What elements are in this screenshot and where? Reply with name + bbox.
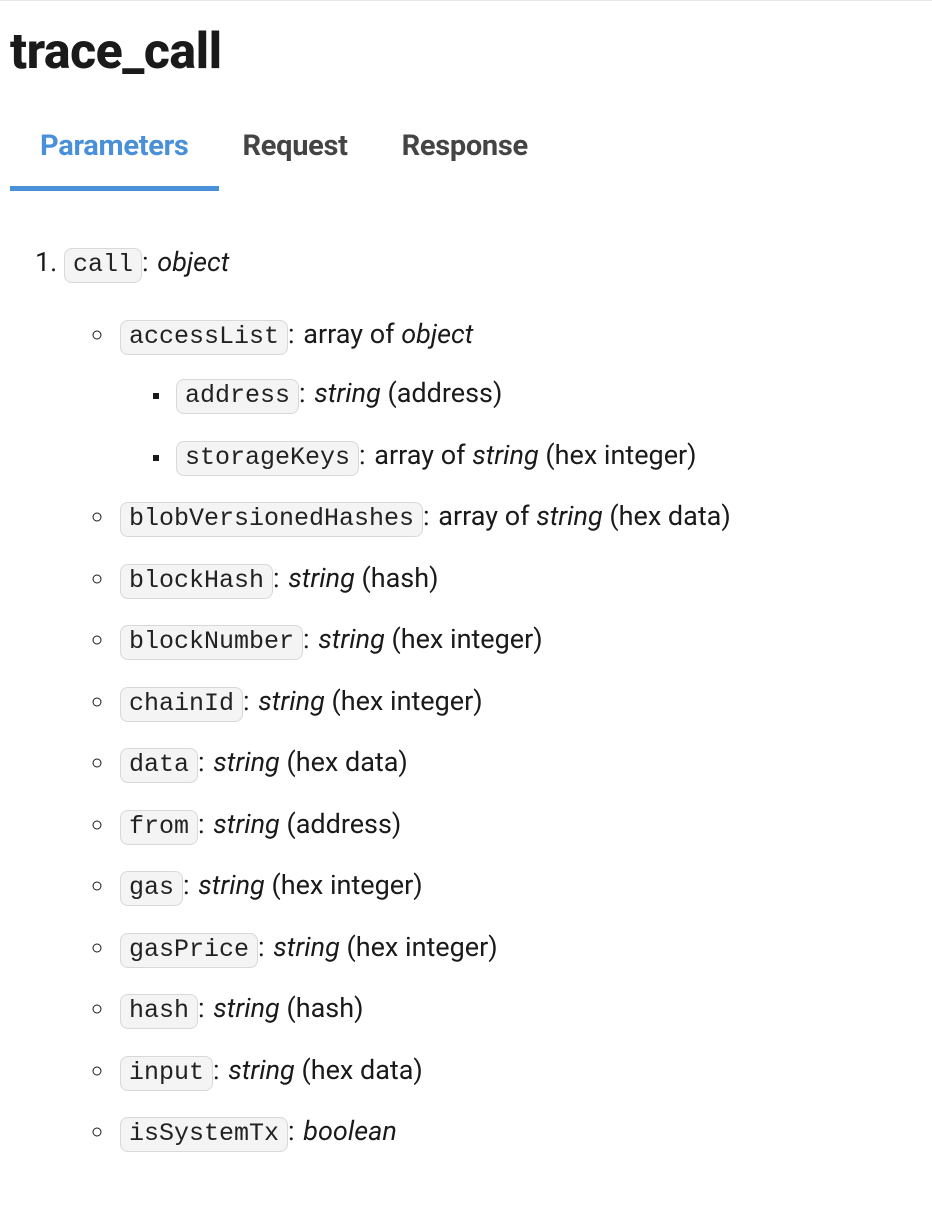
param-item: blockHash: string (hash) xyxy=(116,558,922,600)
param-name: input xyxy=(120,1056,213,1091)
param-type: string xyxy=(258,685,325,717)
param-item: blockNumber: string (hex integer) xyxy=(116,619,922,661)
param-name: accessList xyxy=(120,320,288,355)
param-type: string xyxy=(288,562,355,594)
param-name: from xyxy=(120,810,198,845)
param-desc: (hex integer) xyxy=(325,685,483,717)
param-type: string xyxy=(536,500,603,532)
param-item: gasPrice: string (hex integer) xyxy=(116,927,922,969)
param-name: storageKeys xyxy=(176,441,359,476)
param-desc: (hex integer) xyxy=(539,439,697,471)
param-item: isSystemTx: boolean xyxy=(116,1111,922,1153)
param-name: call xyxy=(64,248,142,283)
param-desc: (hex integer) xyxy=(340,931,498,963)
param-item: accessList: array of object address: str… xyxy=(116,314,922,477)
param-name: data xyxy=(120,748,198,783)
param-desc: (hex integer) xyxy=(385,623,543,655)
param-type: object xyxy=(157,246,229,278)
param-name: gasPrice xyxy=(120,933,258,968)
param-desc: (hex data) xyxy=(603,500,731,532)
param-type: string xyxy=(198,869,265,901)
param-name: blobVersionedHashes xyxy=(120,502,423,537)
param-type-prefix: array of xyxy=(438,500,536,532)
param-desc: (hex integer) xyxy=(265,869,423,901)
page-title: trace_call xyxy=(10,23,922,81)
param-name: isSystemTx xyxy=(120,1117,288,1152)
param-item: gas: string (hex integer) xyxy=(116,865,922,907)
param-desc: (hash) xyxy=(280,992,364,1024)
param-type: boolean xyxy=(303,1115,397,1147)
param-type: string xyxy=(213,992,280,1024)
param-type: string xyxy=(318,623,385,655)
param-desc: (address) xyxy=(280,808,402,840)
param-desc: (hex data) xyxy=(295,1054,423,1086)
param-item: chainId: string (hex integer) xyxy=(116,681,922,723)
tab-parameters[interactable]: Parameters xyxy=(40,129,189,191)
param-item: input: string (hex data) xyxy=(116,1050,922,1092)
param-item: storageKeys: array of string (hex intege… xyxy=(172,435,922,477)
param-item: address: string (address) xyxy=(172,373,922,415)
param-type: string xyxy=(472,439,539,471)
param-type: object xyxy=(401,318,473,350)
tabs: Parameters Request Response xyxy=(10,129,922,192)
param-name: blockNumber xyxy=(120,625,303,660)
param-name: blockHash xyxy=(120,564,273,599)
param-item: from: string (address) xyxy=(116,804,922,846)
param-name: address xyxy=(176,379,299,414)
tab-response[interactable]: Response xyxy=(402,129,528,191)
param-type: string xyxy=(273,931,340,963)
param-type: string xyxy=(213,746,280,778)
param-type-prefix: array of xyxy=(374,439,472,471)
parameter-list: call: object accessList: array of object… xyxy=(10,242,922,1153)
param-item: data: string (hex data) xyxy=(116,742,922,784)
param-name: hash xyxy=(120,994,198,1029)
param-name: gas xyxy=(120,871,183,906)
param-type: string xyxy=(213,808,280,840)
param-children: accessList: array of object address: str… xyxy=(64,314,922,1153)
param-children: address: string (address) storageKeys: a… xyxy=(120,373,922,476)
param-item: call: object accessList: array of object… xyxy=(64,242,922,1153)
param-desc: (hash) xyxy=(355,562,439,594)
param-type: string xyxy=(314,377,381,409)
tab-request[interactable]: Request xyxy=(243,129,348,191)
param-type-prefix: array of xyxy=(303,318,401,350)
param-name: chainId xyxy=(120,687,243,722)
param-type: string xyxy=(228,1054,295,1086)
param-desc: (address) xyxy=(381,377,503,409)
param-desc: (hex data) xyxy=(280,746,408,778)
param-item: blobVersionedHashes: array of string (he… xyxy=(116,496,922,538)
param-item: hash: string (hash) xyxy=(116,988,922,1030)
